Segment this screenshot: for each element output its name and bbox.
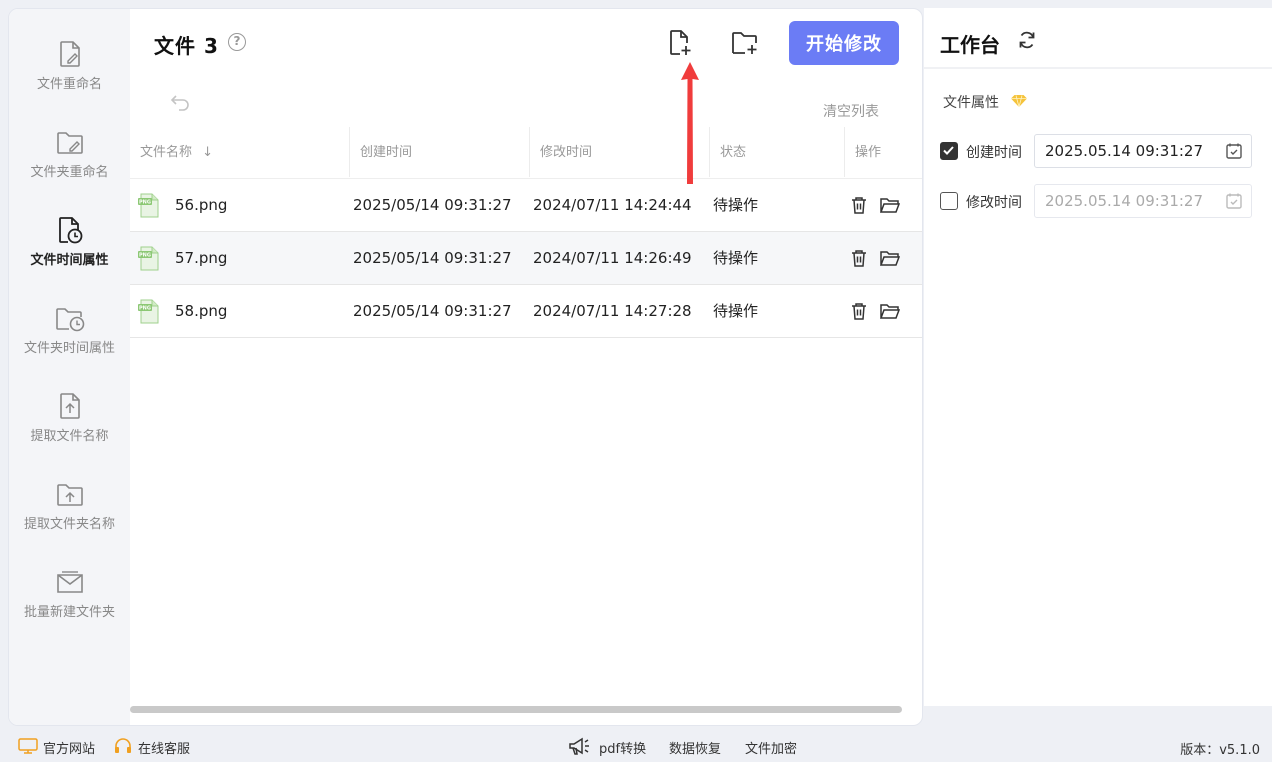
- open-folder-icon[interactable]: [880, 197, 900, 214]
- sidebar-item-batch-new-folder[interactable]: 批量新建文件夹: [9, 567, 130, 647]
- table-row[interactable]: PNG 56.png 2025/05/14 09:31:27 2024/07/1…: [130, 179, 922, 232]
- png-file-icon: PNG: [138, 193, 159, 218]
- created-time: 2025/05/14 09:31:27: [353, 196, 512, 214]
- workbench-header: 工作台: [924, 8, 1272, 69]
- file-name: 58.png: [175, 302, 228, 320]
- table-header: 文件名称 ↓ 创建时间 修改时间 状态 操作: [130, 127, 922, 179]
- create-time-input[interactable]: 2025.05.14 09:31:27: [1034, 134, 1252, 168]
- modify-time-value: 2025.05.14 09:31:27: [1045, 192, 1204, 210]
- sidebar-item-label: 文件夹时间属性: [23, 341, 115, 356]
- file-edit-icon: [59, 41, 80, 67]
- delete-icon[interactable]: [851, 302, 867, 321]
- create-time-checkbox[interactable]: [940, 142, 958, 160]
- page-title: 文件 3: [154, 34, 219, 58]
- footer: 官方网站 在线客服 pdf转换 数据恢复 文件加密 版本：v5.1.0: [0, 730, 1272, 762]
- file-encrypt-link[interactable]: 文件加密: [745, 738, 797, 757]
- sidebar: 文件重命名 文件夹重命名 文件时间属性 文件夹时间属性 提取文件名称 提取文件夹…: [9, 9, 130, 725]
- column-header-status: 状态: [720, 145, 747, 160]
- modified-time: 2024/07/11 14:24:44: [533, 196, 692, 214]
- data-recovery-link[interactable]: 数据恢复: [669, 738, 721, 757]
- png-file-icon: PNG: [138, 299, 159, 324]
- column-header-name[interactable]: 文件名称 ↓: [140, 127, 213, 179]
- diamond-icon: [1011, 95, 1027, 108]
- table-row[interactable]: PNG 57.png 2025/05/14 09:31:27 2024/07/1…: [130, 232, 922, 285]
- modified-time: 2024/07/11 14:27:28: [533, 302, 692, 320]
- add-folder-button[interactable]: [730, 29, 760, 57]
- delete-icon[interactable]: [851, 196, 867, 215]
- modify-time-checkbox[interactable]: [940, 192, 958, 210]
- create-time-label: 创建时间: [966, 145, 1022, 161]
- pdf-convert-link[interactable]: pdf转换: [599, 738, 646, 757]
- sidebar-item-label: 提取文件名称: [30, 429, 109, 444]
- online-support-link[interactable]: 在线客服: [138, 738, 190, 757]
- sidebar-item-file-rename[interactable]: 文件重命名: [9, 39, 130, 119]
- created-time: 2025/05/14 09:31:27: [353, 249, 512, 267]
- folder-mail-icon: [56, 571, 83, 593]
- file-attributes-label: 文件属性: [943, 95, 999, 111]
- sidebar-item-extract-folder-names[interactable]: 提取文件夹名称: [9, 479, 130, 559]
- start-modify-button[interactable]: 开始修改: [789, 21, 899, 65]
- window-top-strip: [0, 0, 1272, 8]
- folder-edit-icon: [56, 132, 83, 154]
- sidebar-item-label: 提取文件夹名称: [23, 517, 115, 532]
- file-clock-icon: [58, 217, 82, 244]
- status: 待操作: [713, 302, 759, 320]
- app-card: 文件重命名 文件夹重命名 文件时间属性 文件夹时间属性 提取文件名称 提取文件夹…: [8, 8, 923, 726]
- sidebar-item-label: 文件时间属性: [30, 253, 109, 268]
- table-row[interactable]: PNG 58.png 2025/05/14 09:31:27 2024/07/1…: [130, 285, 922, 338]
- svg-text:PNG: PNG: [139, 200, 151, 206]
- file-upload-icon: [59, 393, 80, 419]
- calendar-icon[interactable]: [1225, 192, 1243, 210]
- version-label: 版本：v5.1.0: [1180, 743, 1260, 758]
- delete-icon[interactable]: [851, 249, 867, 268]
- sidebar-item-label: 文件重命名: [36, 77, 102, 92]
- sidebar-item-extract-file-names[interactable]: 提取文件名称: [9, 391, 130, 471]
- status: 待操作: [713, 196, 759, 214]
- sidebar-item-label: 文件夹重命名: [30, 165, 109, 180]
- workbench-panel: 工作台 文件属性 创建时间 2025.05.14 09:31:27 修改时间 2…: [924, 8, 1272, 706]
- modified-time: 2024/07/11 14:26:49: [533, 249, 692, 267]
- check-icon: [943, 146, 954, 155]
- workbench-title: 工作台: [940, 33, 1000, 57]
- open-folder-icon[interactable]: [880, 303, 900, 320]
- sidebar-item-folder-rename[interactable]: 文件夹重命名: [9, 127, 130, 207]
- open-folder-icon[interactable]: [880, 250, 900, 267]
- folder-upload-icon: [56, 484, 83, 506]
- sidebar-item-label: 批量新建文件夹: [23, 605, 115, 620]
- undo-icon[interactable]: [170, 93, 192, 111]
- modify-time-label: 修改时间: [966, 195, 1022, 211]
- headset-icon[interactable]: [114, 738, 132, 754]
- website-icon[interactable]: [18, 738, 38, 754]
- create-time-value: 2025.05.14 09:31:27: [1045, 142, 1204, 160]
- main-area: 文件 3 ? 开始修改 清空列表 文件名称 ↓ 创建时间 修改时间 状态 操作 …: [130, 9, 922, 725]
- clear-list-button[interactable]: 清空列表: [823, 101, 879, 121]
- svg-text:PNG: PNG: [139, 253, 151, 259]
- png-file-icon: PNG: [138, 246, 159, 271]
- official-website-link[interactable]: 官方网站: [43, 738, 95, 757]
- horizontal-scrollbar[interactable]: [130, 706, 902, 713]
- modify-time-input[interactable]: 2025.05.14 09:31:27: [1034, 184, 1252, 218]
- calendar-icon[interactable]: [1225, 142, 1243, 160]
- created-time: 2025/05/14 09:31:27: [353, 302, 512, 320]
- add-file-button[interactable]: [667, 29, 693, 57]
- status: 待操作: [713, 249, 759, 267]
- megaphone-icon[interactable]: [568, 737, 590, 755]
- column-header-created: 创建时间: [360, 145, 413, 160]
- refresh-icon[interactable]: [1017, 30, 1037, 50]
- sidebar-item-file-time[interactable]: 文件时间属性: [9, 215, 130, 295]
- help-icon[interactable]: ?: [228, 33, 246, 51]
- column-header-modified: 修改时间: [540, 145, 593, 160]
- sort-arrow-icon[interactable]: ↓: [202, 145, 213, 160]
- folder-clock-icon: [55, 308, 84, 332]
- file-name: 56.png: [175, 196, 228, 214]
- column-header-actions: 操作: [855, 145, 882, 160]
- sidebar-item-folder-time[interactable]: 文件夹时间属性: [9, 303, 130, 383]
- file-name: 57.png: [175, 249, 228, 267]
- svg-text:PNG: PNG: [139, 306, 151, 312]
